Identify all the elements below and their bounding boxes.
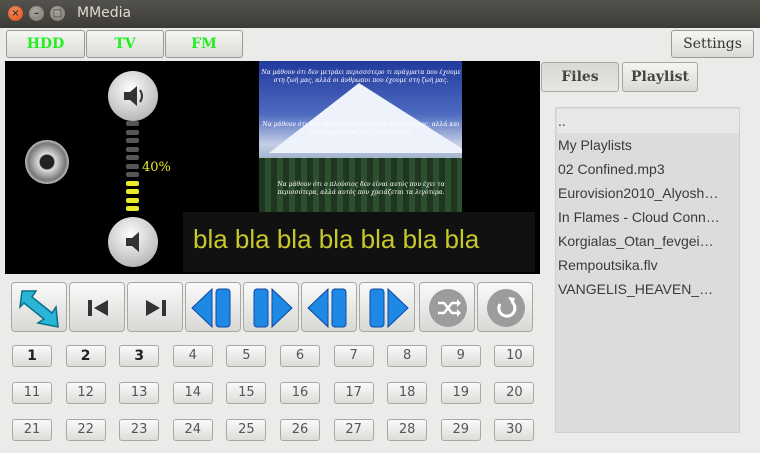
volume-down-button[interactable]	[108, 217, 158, 267]
prev-track-button[interactable]	[69, 282, 125, 332]
channel-button[interactable]: 29	[440, 419, 481, 441]
channel-button[interactable]: 1	[12, 345, 52, 367]
rewind-button[interactable]	[185, 282, 241, 332]
list-item[interactable]: Eurovision2010_Alyosh…	[557, 181, 739, 205]
rewind-icon	[191, 287, 231, 329]
list-item[interactable]: My Playlists	[557, 133, 739, 157]
channel-button[interactable]: 5	[226, 345, 267, 367]
channel-button[interactable]: 19	[440, 382, 481, 404]
channel-button[interactable]: 13	[119, 382, 160, 404]
speaker-down-icon	[126, 232, 139, 252]
channel-button[interactable]: 7	[333, 345, 374, 367]
skip-back-icon	[88, 300, 108, 316]
volume-bar	[126, 146, 139, 152]
volume-bar	[126, 163, 139, 169]
open-button[interactable]	[11, 282, 67, 332]
skip-forward-icon	[146, 300, 166, 316]
speaker-up-icon	[124, 86, 143, 106]
list-item[interactable]: 02 Confined.mp3	[557, 157, 739, 181]
tab-files[interactable]: Files	[541, 62, 619, 92]
arrow-icon	[18, 290, 59, 328]
channel-button[interactable]: 12	[65, 382, 106, 404]
channel-button[interactable]: 21	[12, 419, 52, 441]
channel-button[interactable]: 20	[494, 382, 535, 404]
speaker-icon	[25, 140, 69, 184]
fast-forward-icon	[253, 287, 293, 329]
channel-button[interactable]: 26	[280, 419, 320, 441]
caption-middle: Να μάθουν ότι δεν ακρεί να συγχωρούμε το…	[262, 121, 460, 136]
tab-playlist[interactable]: Playlist	[622, 62, 698, 92]
volume-bar	[126, 197, 139, 203]
volume-bar	[126, 172, 139, 177]
window-title: MMedia	[77, 5, 132, 21]
channel-button[interactable]: 2	[65, 345, 106, 367]
channel-button[interactable]: 16	[280, 382, 320, 404]
next-track-button[interactable]	[127, 282, 183, 332]
volume-bar	[126, 121, 139, 126]
list-item[interactable]: In Flames - Cloud Conn…	[557, 205, 739, 229]
title-bar: × – □ MMedia	[0, 0, 760, 28]
shuffle-button[interactable]	[419, 282, 475, 332]
ticker: bla bla bla bla bla bla bla	[183, 212, 535, 272]
volume-bar	[126, 206, 139, 211]
channel-button[interactable]: 8	[387, 345, 428, 367]
channel-button[interactable]: 28	[387, 419, 428, 441]
settings-button[interactable]: Settings	[671, 30, 754, 58]
caption-top: Να μάθουν ότι δεν μετράει περισσότερο τι…	[261, 69, 461, 84]
channel-button[interactable]: 22	[65, 419, 106, 441]
video-thumbnail: Να μάθουν ότι δεν μετράει περισσότερο τι…	[259, 61, 462, 213]
channel-button[interactable]: 17	[333, 382, 374, 404]
channel-button[interactable]: 25	[226, 419, 267, 441]
volume-bar	[126, 129, 139, 135]
channel-button[interactable]: 30	[494, 419, 535, 441]
repeat-button[interactable]	[477, 282, 533, 332]
volume-percent: 40%	[142, 160, 171, 175]
channel-button[interactable]: 24	[172, 419, 213, 441]
channel-button[interactable]: 3	[119, 345, 160, 367]
volume-bar	[126, 155, 139, 160]
list-item[interactable]: Korgialas_Otan_fevgei…	[557, 229, 739, 253]
video-panel: Να μάθουν ότι δεν μετράει περισσότερο τι…	[5, 61, 540, 274]
fast-forward-button[interactable]	[243, 282, 299, 332]
volume-up-button[interactable]	[108, 71, 158, 121]
channel-button[interactable]: 14	[172, 382, 213, 404]
volume-bar	[126, 189, 139, 194]
channel-button[interactable]: 11	[12, 382, 52, 404]
channel-button[interactable]: 27	[333, 419, 374, 441]
list-item[interactable]: Rempoutsika.flv	[557, 253, 739, 277]
channel-button[interactable]: 9	[440, 345, 481, 367]
caption-bottom: Να μάθουν ότι ο πλούσιος δεν είναι αυτός…	[277, 181, 445, 196]
channel-button[interactable]: 15	[226, 382, 267, 404]
step-forward-button[interactable]	[359, 282, 415, 332]
file-list[interactable]: .. My Playlists 02 Confined.mp3 Eurovision2…	[555, 107, 740, 433]
step-back-icon	[307, 287, 347, 329]
channel-button[interactable]: 6	[280, 345, 320, 367]
channel-button[interactable]: 10	[494, 345, 535, 367]
step-forward-icon	[369, 287, 409, 329]
close-window-button[interactable]: ×	[8, 6, 23, 21]
list-item[interactable]: ..	[557, 109, 739, 133]
hdd-button[interactable]: HDD	[6, 30, 85, 58]
volume-bar	[126, 138, 139, 143]
minimize-window-button[interactable]: –	[29, 6, 44, 21]
tv-button[interactable]: TV	[86, 30, 164, 58]
channel-button[interactable]: 18	[387, 382, 428, 404]
ticker-text: bla bla bla bla bla bla bla	[193, 224, 480, 254]
list-item[interactable]: VANGELIS_HEAVEN_…	[557, 277, 739, 301]
step-back-button[interactable]	[301, 282, 357, 332]
fm-button[interactable]: FM	[165, 30, 243, 58]
channel-button[interactable]: 23	[119, 419, 160, 441]
maximize-window-button[interactable]: □	[50, 6, 65, 21]
shuffle-icon	[429, 289, 467, 327]
channel-button[interactable]: 4	[172, 345, 213, 367]
volume-bar	[126, 180, 139, 186]
repeat-icon	[487, 289, 525, 327]
